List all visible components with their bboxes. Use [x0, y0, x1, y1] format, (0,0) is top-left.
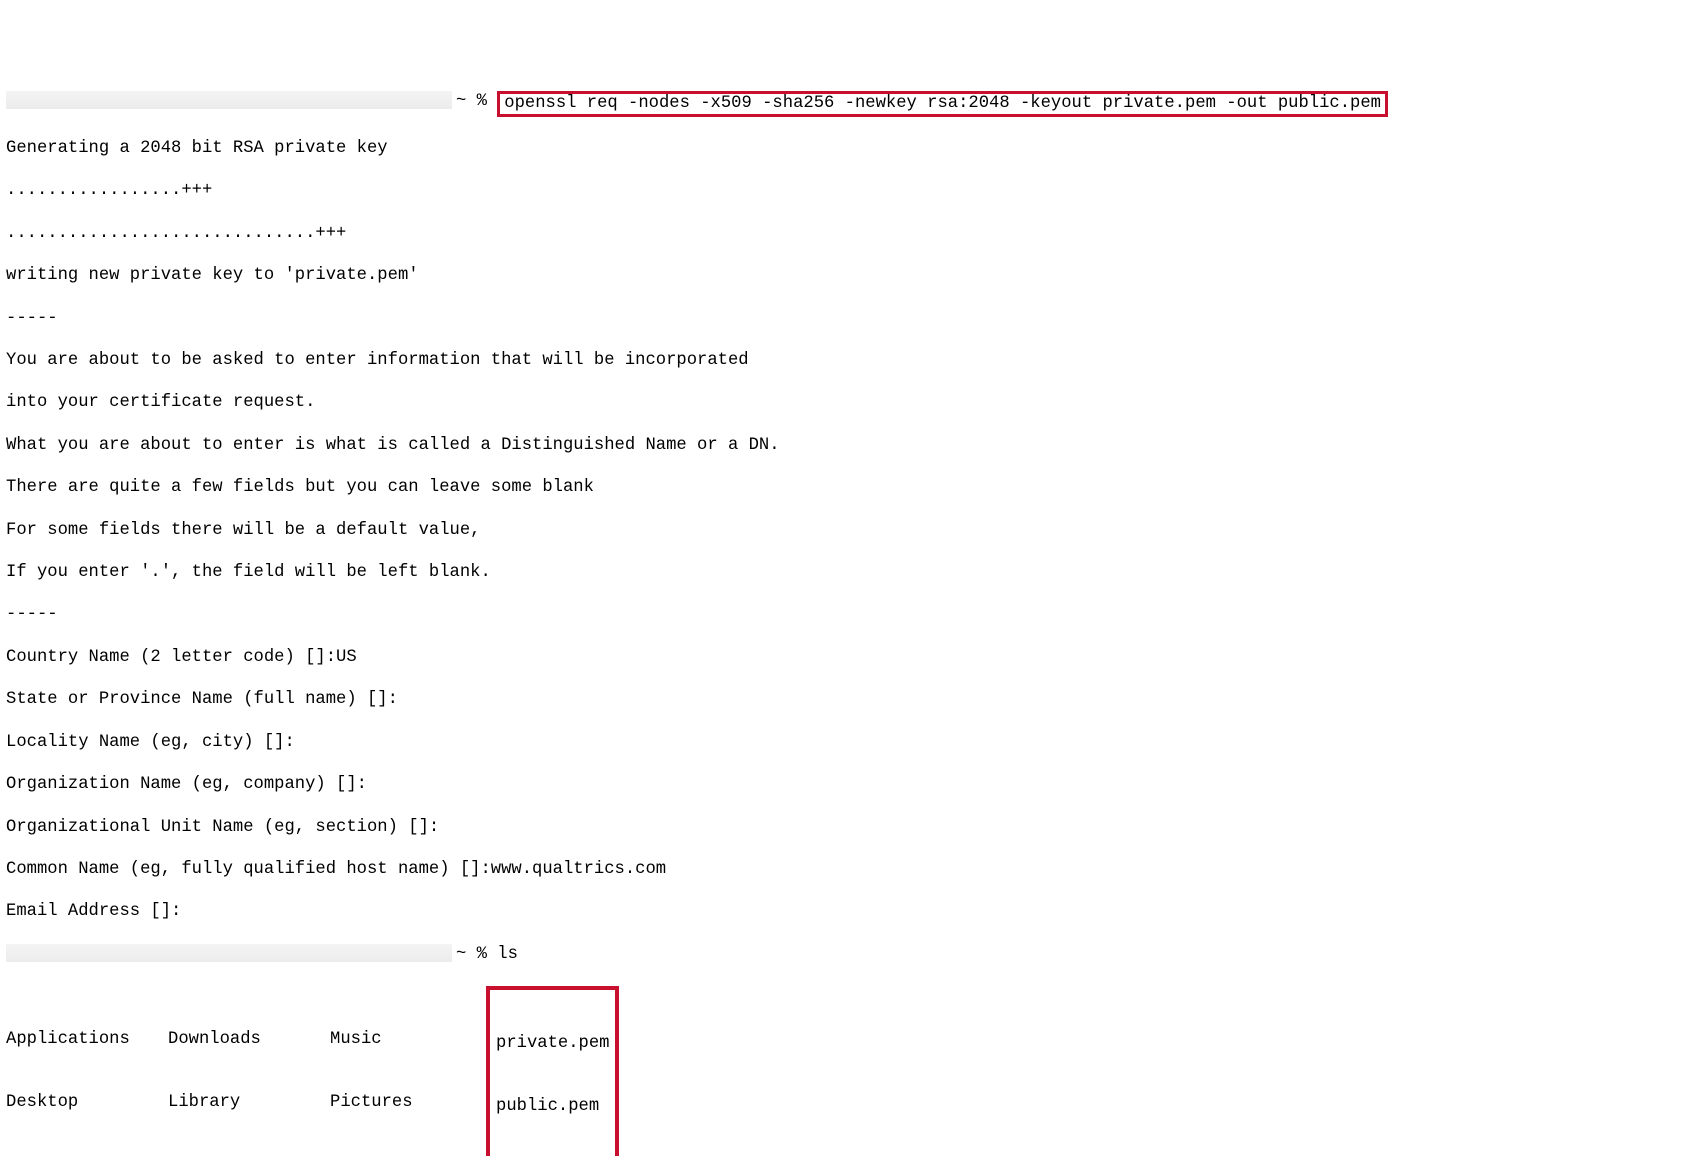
- terminal-output: You are about to be asked to enter infor…: [6, 350, 1704, 371]
- redacted-user-host: [6, 944, 452, 962]
- openssl-command[interactable]: openssl req -nodes -x509 -sha256 -newkey…: [504, 94, 1381, 113]
- terminal-output: into your certificate request.: [6, 392, 1704, 413]
- terminal-output: Common Name (eg, fully qualified host na…: [6, 859, 1704, 880]
- ls-entry-public-pem: public.pem: [496, 1096, 609, 1117]
- ls-output: Applications Desktop Documents Downloads…: [6, 986, 1704, 1156]
- terminal-output: -----: [6, 604, 1704, 625]
- terminal-output: If you enter '.', the field will be left…: [6, 562, 1704, 583]
- ls-entry: Pictures: [330, 1092, 492, 1113]
- ls-entry: Music: [330, 1029, 492, 1050]
- prompt-line-1: ~ % openssl req -nodes -x509 -sha256 -ne…: [6, 91, 1704, 117]
- ls-entry: Desktop: [6, 1092, 168, 1113]
- prompt-symbol: ~ %: [456, 944, 497, 965]
- ls-entry: Downloads: [168, 1029, 330, 1050]
- terminal-output: Email Address []:: [6, 901, 1704, 922]
- terminal-output: .................+++: [6, 180, 1704, 201]
- ls-column: Music Pictures Public: [330, 986, 492, 1156]
- terminal-output: Country Name (2 letter code) []:US: [6, 647, 1704, 668]
- terminal-output: ..............................+++: [6, 223, 1704, 244]
- terminal-output: Locality Name (eg, city) []:: [6, 732, 1704, 753]
- terminal-output: writing new private key to 'private.pem': [6, 265, 1704, 286]
- highlighted-pem-box: private.pem public.pem: [486, 986, 619, 1156]
- prompt-line-2: ~ % ls: [6, 944, 1704, 965]
- terminal-output: -----: [6, 308, 1704, 329]
- terminal-output: There are quite a few fields but you can…: [6, 477, 1704, 498]
- terminal-output: For some fields there will be a default …: [6, 520, 1704, 541]
- highlighted-command-box: openssl req -nodes -x509 -sha256 -newkey…: [497, 91, 1388, 117]
- ls-entry-private-pem: private.pem: [496, 1033, 609, 1054]
- terminal-output: Generating a 2048 bit RSA private key: [6, 138, 1704, 159]
- ls-column: Downloads Library Movies: [168, 986, 330, 1156]
- terminal-output: Organizational Unit Name (eg, section) […: [6, 817, 1704, 838]
- ls-command[interactable]: ls: [497, 944, 518, 965]
- ls-column: Applications Desktop Documents: [6, 986, 168, 1156]
- terminal-output: What you are about to enter is what is c…: [6, 435, 1704, 456]
- terminal-output: State or Province Name (full name) []:: [6, 689, 1704, 710]
- ls-entry: Library: [168, 1092, 330, 1113]
- redacted-user-host: [6, 91, 452, 109]
- terminal-output: Organization Name (eg, company) []:: [6, 774, 1704, 795]
- prompt-symbol: ~ %: [456, 91, 497, 112]
- ls-entry: Applications: [6, 1029, 168, 1050]
